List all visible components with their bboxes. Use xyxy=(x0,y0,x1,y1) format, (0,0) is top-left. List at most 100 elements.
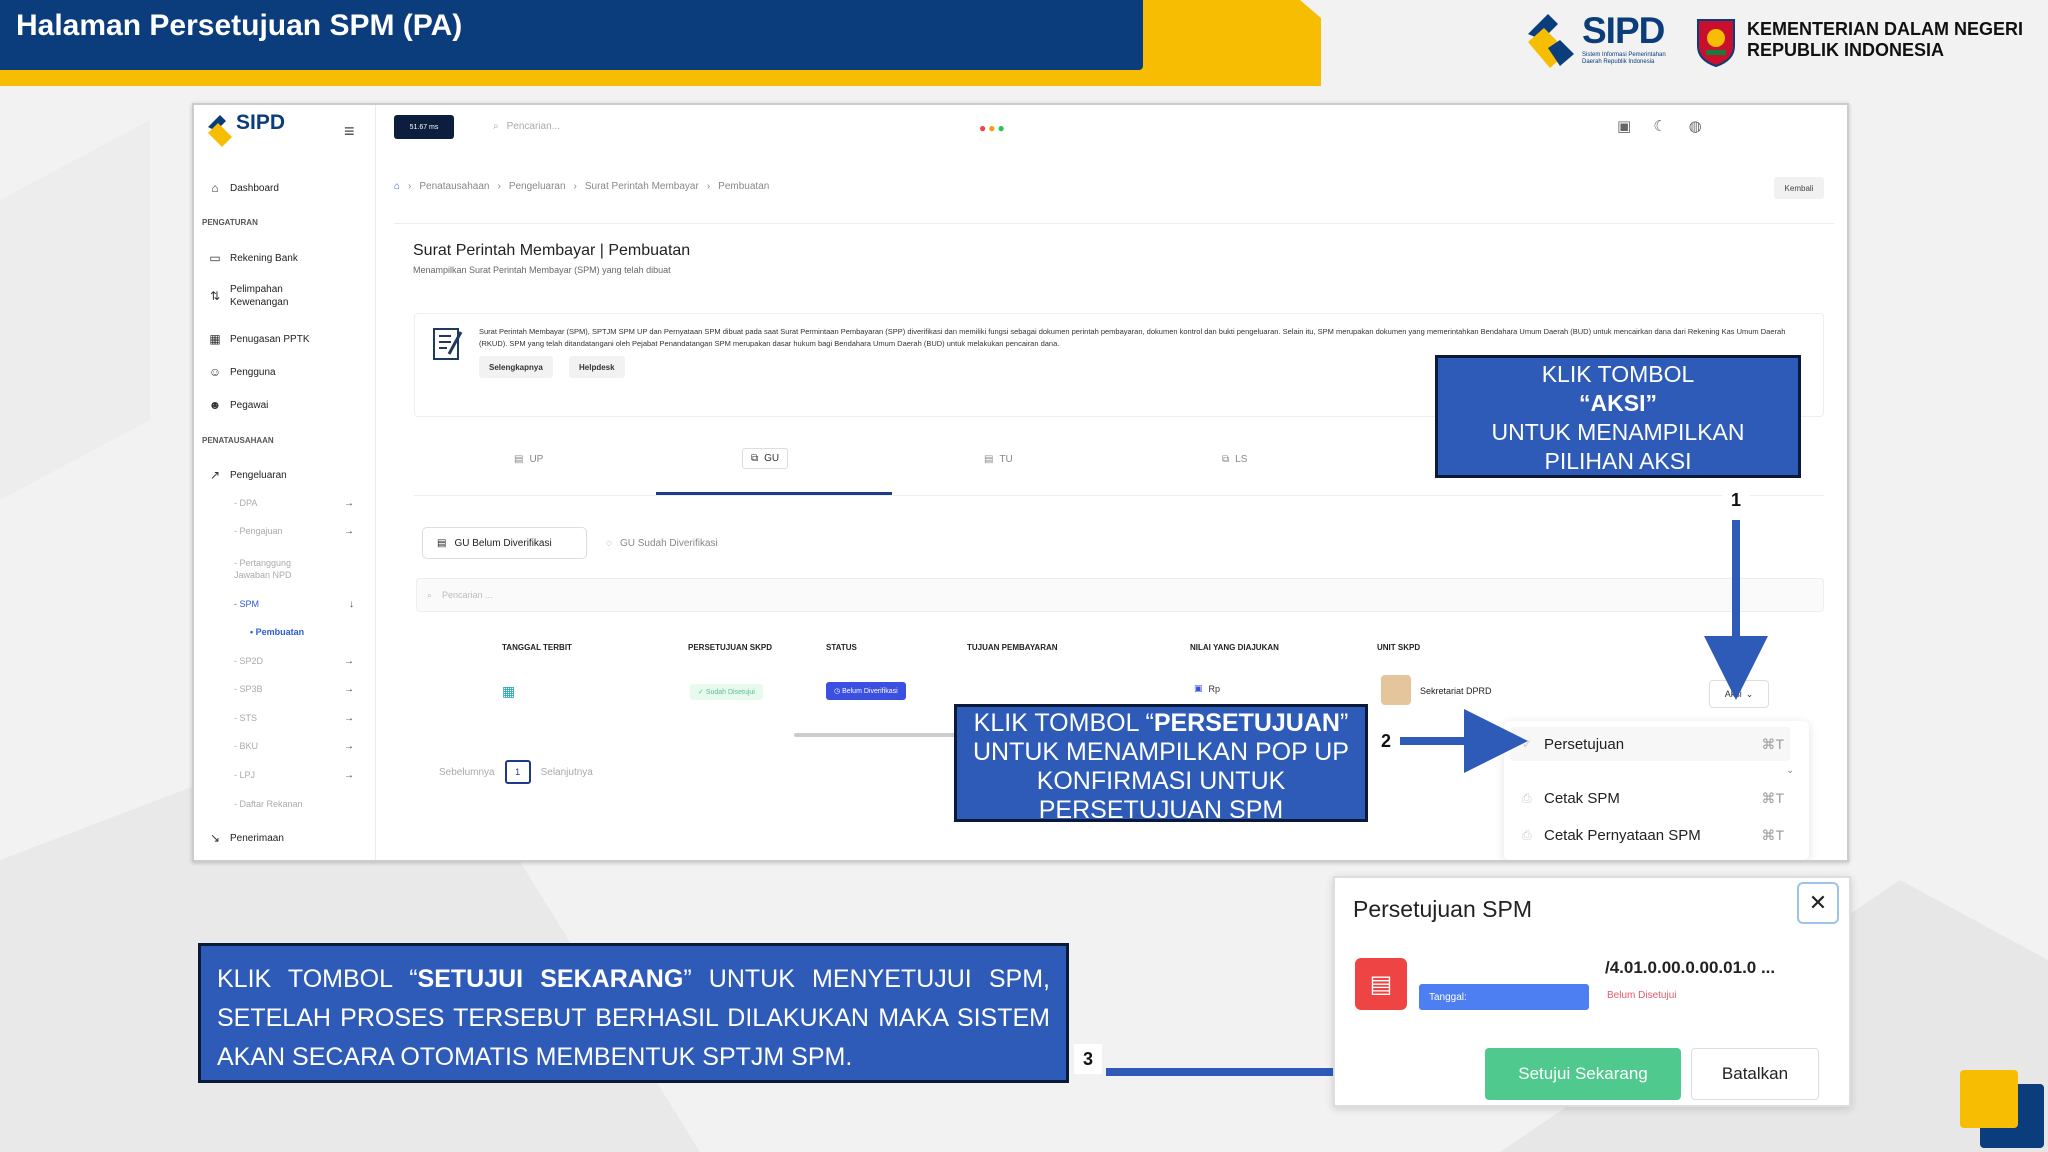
sub-label: SP3B xyxy=(239,684,263,694)
tab-divider xyxy=(414,495,1824,496)
badge-label: Sudah Disetujui xyxy=(705,688,755,696)
col-status: STATUS xyxy=(826,643,857,652)
sidebar-sub-sp3b[interactable]: - SP3B → xyxy=(234,684,354,695)
moon-icon[interactable]: ☾ xyxy=(1653,117,1666,135)
step-number-1: 1 xyxy=(1722,486,1750,514)
sidebar-sub-spm[interactable]: - SPM ↓ xyxy=(234,599,354,610)
nilai-value: Rp xyxy=(1208,683,1221,694)
sidebar-sub-pengajuan[interactable]: - Pengajuan → xyxy=(234,526,354,537)
tab-up[interactable]: ▤ UP xyxy=(514,454,543,465)
sidebar-label: Penugasan PPTK xyxy=(230,333,310,345)
sub-label: Pembuatan xyxy=(255,627,305,637)
check-icon: ✓ xyxy=(1522,737,1533,751)
sidebar-sub-lpj[interactable]: - LPJ → xyxy=(234,770,354,781)
menu-label: Cetak SPM xyxy=(1544,789,1620,807)
sidebar-sub-bku[interactable]: - BKU → xyxy=(234,741,354,752)
aksi-dropdown-menu: ✓ Persetujuan ⌘T ⎙ Cetak SPM ⌘T ⎙ Cetak Perny… xyxy=(1504,721,1809,860)
layout-icon[interactable]: ▣ xyxy=(1617,117,1631,135)
breadcrumb-item[interactable]: Pengeluaran xyxy=(509,181,566,192)
subtab-belum-diverifikasi[interactable]: ▤ GU Belum Diverifikasi xyxy=(422,527,587,559)
calendar-icon: ▦ xyxy=(502,683,516,699)
sidebar-sub-rekanan[interactable]: - Daftar Rekanan xyxy=(234,799,354,809)
tab-ls[interactable]: ⧉ LS xyxy=(1222,454,1247,465)
header-card-divider xyxy=(394,223,1834,298)
check-icon: ✓ xyxy=(698,689,706,696)
sidebar-sub-sp2d[interactable]: - SP2D → xyxy=(234,656,354,667)
arrow-right-icon: → xyxy=(344,526,354,537)
col-nilai-diajukan: NILAI YANG DIAJUKAN xyxy=(1190,643,1279,652)
sidebar-sub-sts[interactable]: - STS → xyxy=(234,713,354,724)
doc-icon: ▤ xyxy=(437,537,447,549)
setujui-sekarang-button[interactable]: Setujui Sekarang xyxy=(1485,1048,1681,1100)
breadcrumb-item[interactable]: Pembuatan xyxy=(718,181,769,192)
sidebar-item-pegawai[interactable]: ☻ Pegawai xyxy=(208,398,269,412)
tab-tu[interactable]: ▤ TU xyxy=(984,454,1013,465)
search-icon: ⌕ xyxy=(493,120,499,132)
menu-item-cetak-pernyataan[interactable]: ⎙ Cetak Pernyataan SPM ⌘T xyxy=(1510,818,1790,852)
page-number-button[interactable]: 1 xyxy=(504,760,531,784)
user-icon: ☺ xyxy=(208,365,222,379)
callout-setujui: KLIK TOMBOL “SETUJUI SEKARANG” UNTUK MEN… xyxy=(198,943,1069,1083)
active-tab-indicator xyxy=(656,492,892,495)
sub-label: LPJ xyxy=(239,770,256,780)
aksi-button[interactable]: Aksi ⌄ xyxy=(1709,680,1769,708)
step-number-3: 3 xyxy=(1074,1044,1102,1074)
content-subtitle: Menampilkan Surat Perintah Membayar (SPM… xyxy=(413,265,671,275)
subtab-label: GU Belum Diverifikasi xyxy=(454,537,552,549)
sidebar-item-dashboard[interactable]: ⌂ Dashboard xyxy=(208,181,279,195)
sub-label: BKU xyxy=(239,741,259,751)
ministry-name: KEMENTERIAN DALAM NEGERI REPUBLIK INDONE… xyxy=(1747,19,2023,61)
sidebar-item-pelimpahan[interactable]: ⇅ Pelimpahan Kewenangan xyxy=(208,283,288,309)
home-icon[interactable]: ⌂ xyxy=(394,181,400,192)
sidebar-item-penerimaan[interactable]: ↘ Penerimaan xyxy=(208,831,284,845)
hamburger-menu-icon[interactable]: ≡ xyxy=(344,121,355,142)
search-icon: ⌕ xyxy=(427,589,433,600)
sidebar-item-penugasan[interactable]: ▦ Penugasan PPTK xyxy=(208,332,310,346)
subtab-label: GU Sudah Diverifikasi xyxy=(619,537,718,549)
modal-title: Persetujuan SPM xyxy=(1353,896,1532,922)
back-button[interactable]: Kembali xyxy=(1774,177,1824,199)
col-unit-skpd: UNIT SKPD xyxy=(1377,643,1421,652)
menu-item-persetujuan[interactable]: ✓ Persetujuan ⌘T xyxy=(1510,727,1790,761)
selengkapnya-button[interactable]: Selengkapnya xyxy=(479,356,553,378)
menu-item-cetak-spm[interactable]: ⎙ Cetak SPM ⌘T xyxy=(1510,781,1790,815)
batalkan-button[interactable]: Batalkan xyxy=(1691,1048,1819,1100)
close-icon[interactable]: ✕ xyxy=(1797,882,1839,924)
next-page-button[interactable]: Selanjutnya xyxy=(541,767,593,778)
menu-shortcut: ⌘T xyxy=(1761,789,1784,806)
tab-label: LS xyxy=(1235,454,1248,465)
sidebar-item-rekening[interactable]: ▭ Rekening Bank xyxy=(208,251,298,265)
persetujuan-modal: Persetujuan SPM ✕ ▤ /4.01.0.00.0.00.01.0… xyxy=(1333,876,1851,1107)
arrow-right-icon: → xyxy=(344,656,354,667)
top-search-input[interactable]: ⌕ Pencarian... xyxy=(489,113,729,139)
ministry-line-2: REPUBLIK INDONESIA xyxy=(1747,40,1945,60)
callout-text: KLIK TOMBOL “ xyxy=(973,709,1154,737)
col-persetujuan-skpd: PERSETUJUAN SKPD xyxy=(688,643,773,652)
helpdesk-button[interactable]: Helpdesk xyxy=(569,356,625,378)
badge-label: Belum Diverifikasi xyxy=(842,687,898,695)
callout-bold: SETUJUI SEKARANG xyxy=(417,965,684,993)
tab-gu[interactable]: ⧉ GU xyxy=(742,448,789,469)
table-search-input[interactable]: ⌕ Pencarian ... xyxy=(416,578,1824,612)
globe-icon[interactable]: ◍ xyxy=(1689,117,1702,135)
sidebar-item-pengeluaran[interactable]: ↗ Pengeluaran xyxy=(208,468,287,482)
spm-number: /4.01.0.00.0.00.01.0 ... xyxy=(1605,958,1776,977)
sidebar-sub-dpa[interactable]: - DPA → xyxy=(234,498,354,509)
sidebar-label: Pegawai xyxy=(230,399,269,411)
breadcrumb-item[interactable]: Surat Perintah Membayar xyxy=(585,181,699,192)
search-placeholder: Pencarian... xyxy=(506,120,560,132)
trend-down-icon: ↘ xyxy=(209,831,221,845)
breadcrumb-item[interactable]: Penatausahaan xyxy=(419,181,489,192)
section-pengaturan: PENGATURAN xyxy=(202,218,258,227)
sidebar-item-pengguna[interactable]: ☺ Pengguna xyxy=(208,365,276,379)
home-icon: ⌂ xyxy=(211,181,219,195)
status-badge: ◷ Belum Diverifikasi xyxy=(826,682,906,700)
arrow-right-icon: → xyxy=(344,741,354,752)
sidebar-logo-text: SIPD xyxy=(236,111,286,134)
sidebar-sub-npd[interactable]: - Pertanggung Jawaban NPD xyxy=(234,557,314,581)
prev-page-button[interactable]: Sebelumnya xyxy=(439,767,495,778)
subtab-sudah-diverifikasi[interactable]: ◌ GU Sudah Diverifikasi xyxy=(606,527,718,559)
sidebar-sub-pembuatan[interactable]: • Pembuatan xyxy=(250,627,370,637)
page-title: Halaman Persetujuan SPM (PA) xyxy=(16,9,463,42)
unit-skpd-value: Sekretariat DPRD xyxy=(1420,686,1492,696)
